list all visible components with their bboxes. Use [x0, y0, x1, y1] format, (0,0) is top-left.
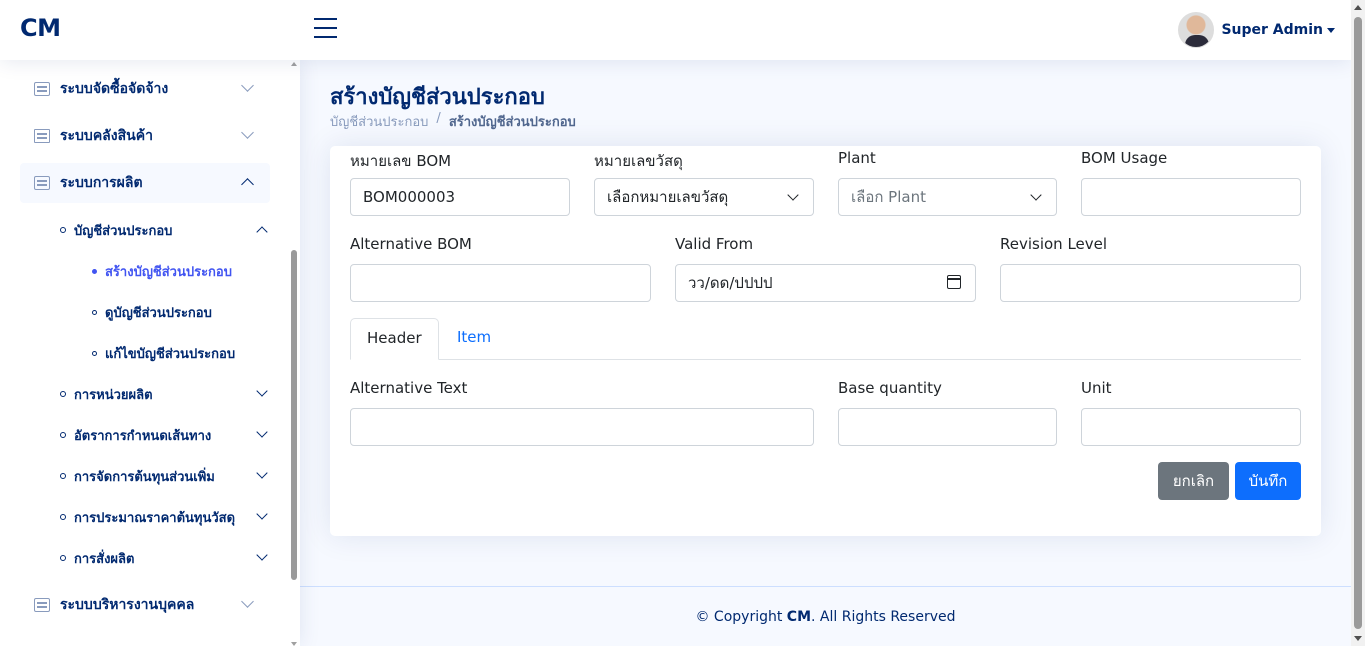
circle-icon	[92, 268, 97, 274]
sidebar-subitem-label: การประมาณราคาต้นทุนวัสดุ	[74, 510, 236, 526]
sidebar-link-edit-bom[interactable]: แก้ไขบัญชีส่วนประกอบ	[92, 341, 235, 365]
plant-select[interactable]: เลือก Plant	[838, 178, 1057, 216]
sidebar-subitem-bom[interactable]: บัญชีส่วนประกอบ	[60, 215, 272, 245]
chevron-down-icon	[256, 385, 268, 397]
window-scrollbar[interactable]	[1351, 0, 1365, 646]
list-icon	[34, 176, 50, 190]
circle-icon	[60, 514, 66, 520]
chevron-down-icon	[241, 79, 254, 92]
chevron-down-icon	[256, 467, 268, 479]
page-title: สร้างบัญชีส่วนประกอบ	[330, 85, 545, 110]
unit-label: Unit	[1081, 379, 1112, 397]
breadcrumb: บัญชีส่วนประกอบ / สร้างบัญชีส่วนประกอบ	[330, 111, 576, 132]
bom-form-card: หมายเลข BOM BOM000003 หมายเลขวัสดุ เลือก…	[330, 146, 1321, 536]
circle-icon	[60, 227, 66, 233]
sidebar-link-label: แก้ไขบัญชีส่วนประกอบ	[105, 346, 236, 362]
sidebar-link-create-bom[interactable]: สร้างบัญชีส่วนประกอบ	[92, 259, 232, 283]
profile-dropdown[interactable]: Super Admin	[1178, 12, 1335, 48]
chevron-down-icon	[256, 549, 268, 561]
sidebar-item-hr[interactable]: ระบบบริหารงานบุคคล	[20, 585, 270, 625]
chevron-down-icon	[256, 508, 268, 520]
list-icon	[34, 598, 50, 612]
breadcrumb-separator: /	[436, 111, 441, 126]
sidebar-item-label: ระบบการผลิต	[60, 175, 143, 191]
copyright-brand: CM	[786, 609, 812, 625]
tab-header[interactable]: Header	[350, 318, 439, 360]
user-name: Super Admin	[1221, 22, 1323, 38]
form-tabs: Header Item	[350, 318, 1301, 360]
sidebar-subitem-label: อัตราการกำหนดเส้นทาง	[74, 428, 212, 444]
save-button[interactable]: บันทึก	[1235, 462, 1301, 500]
breadcrumb-current: สร้างบัญชีส่วนประกอบ	[448, 115, 576, 130]
circle-icon	[92, 350, 97, 356]
avatar	[1178, 12, 1215, 48]
list-icon	[34, 82, 50, 96]
sidebar-item-label: ระบบจัดซื้อจัดจ้าง	[60, 81, 169, 97]
revision-level-label: Revision Level	[1000, 235, 1108, 253]
sidebar-scrollbar[interactable]	[290, 60, 298, 646]
sidebar-subitem-work-center[interactable]: การหน่วยผลิต	[60, 379, 272, 409]
sidebar-subitem-cost-estimate[interactable]: การประมาณราคาต้นทุนวัสดุ	[60, 502, 272, 532]
base-quantity-label: Base quantity	[838, 379, 942, 397]
sidebar-item-label: ระบบคลังสินค้า	[60, 128, 153, 144]
logo[interactable]: CM	[20, 14, 61, 42]
bom-number-input[interactable]: BOM000003	[350, 178, 570, 216]
caret-down-icon	[1327, 27, 1335, 33]
sidebar-subitem-label: การจัดการต้นทุนส่วนเพิ่ม	[74, 469, 215, 485]
copyright-prefix: © Copyright	[695, 609, 787, 625]
bom-usage-input[interactable]	[1081, 178, 1301, 216]
bom-number-label: หมายเลข BOM	[350, 152, 452, 170]
bom-usage-label: BOM Usage	[1081, 149, 1168, 167]
circle-icon	[92, 309, 97, 315]
copyright-suffix: . All Rights Reserved	[811, 609, 956, 625]
sidebar-link-label: ดูบัญชีส่วนประกอบ	[105, 305, 212, 321]
circle-icon	[60, 432, 66, 438]
calendar-icon[interactable]	[947, 275, 961, 289]
chevron-down-icon	[241, 126, 254, 139]
breadcrumb-link[interactable]: บัญชีส่วนประกอบ	[330, 111, 428, 132]
plant-select-placeholder: เลือก Plant	[851, 188, 926, 206]
circle-icon	[60, 473, 66, 479]
valid-from-label: Valid From	[675, 235, 754, 253]
date-placeholder: วว/ดด/ปปปป	[688, 274, 773, 292]
unit-input[interactable]	[1081, 408, 1301, 446]
chevron-up-icon	[256, 226, 268, 238]
chevron-down-icon	[241, 595, 254, 608]
tab-item[interactable]: Item	[441, 318, 507, 360]
sidebar-subitem-overhead[interactable]: การจัดการต้นทุนส่วนเพิ่ม	[60, 461, 272, 491]
sidebar-subitem-label: การหน่วยผลิต	[74, 387, 153, 403]
sidebar-item-warehouse[interactable]: ระบบคลังสินค้า	[20, 116, 270, 156]
chevron-down-icon	[256, 426, 268, 438]
valid-from-date-input[interactable]: วว/ดด/ปปปป	[675, 264, 976, 302]
sidebar-item-label: ระบบบริหารงานบุคคล	[60, 597, 195, 613]
circle-icon	[60, 555, 66, 561]
sidebar-item-procurement[interactable]: ระบบจัดซื้อจัดจ้าง	[20, 69, 270, 109]
top-header: CM Super Admin	[0, 0, 1351, 60]
material-select[interactable]: เลือกหมายเลขวัสดุ	[594, 178, 814, 216]
menu-toggle-icon[interactable]	[314, 18, 338, 42]
sidebar-link-label: สร้างบัญชีส่วนประกอบ	[105, 264, 232, 280]
material-select-value: เลือกหมายเลขวัสดุ	[607, 188, 729, 206]
sidebar-link-view-bom[interactable]: ดูบัญชีส่วนประกอบ	[92, 300, 212, 324]
box-icon	[34, 129, 50, 143]
sidebar: ระบบจัดซื้อจัดจ้าง ระบบคลังสินค้า ระบบกา…	[0, 60, 300, 646]
sidebar-subitem-production-order[interactable]: การสั่งผลิต	[60, 543, 272, 573]
revision-level-input[interactable]	[1000, 264, 1301, 302]
sidebar-subitem-routing[interactable]: อัตราการกำหนดเส้นทาง	[60, 420, 272, 450]
cancel-button[interactable]: ยกเลิก	[1158, 462, 1229, 500]
alternative-bom-input[interactable]	[350, 264, 651, 302]
chevron-up-icon	[241, 178, 254, 191]
plant-label: Plant	[838, 149, 876, 167]
footer: © Copyright CM. All Rights Reserved	[300, 586, 1351, 646]
sidebar-item-production[interactable]: ระบบการผลิต	[20, 163, 270, 203]
base-quantity-input[interactable]	[838, 408, 1057, 446]
alternative-text-label: Alternative Text	[350, 379, 468, 397]
circle-icon	[60, 391, 66, 397]
material-label: หมายเลขวัสดุ	[594, 152, 683, 170]
sidebar-subitem-label: บัญชีส่วนประกอบ	[74, 223, 173, 239]
alternative-bom-label: Alternative BOM	[350, 235, 472, 253]
sidebar-subitem-label: การสั่งผลิต	[74, 551, 135, 567]
alternative-text-input[interactable]	[350, 408, 814, 446]
